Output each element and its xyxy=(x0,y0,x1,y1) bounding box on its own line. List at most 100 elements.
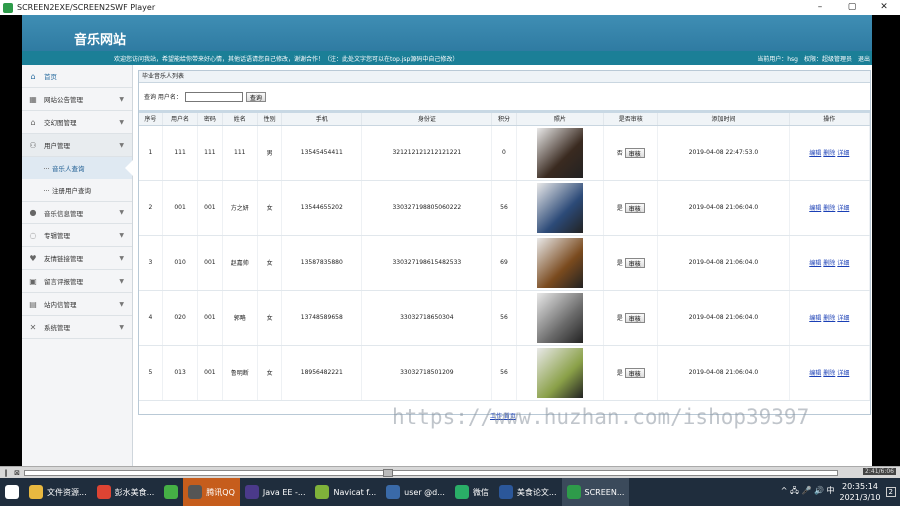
column-header: 姓名 xyxy=(222,113,258,126)
review-button[interactable]: 审核 xyxy=(624,257,645,268)
info-bar: 欢迎您访问我站，希望能给你带来好心情，其他话语请您自己修改，谢谢合作！（注：此处… xyxy=(22,51,872,65)
cell-review: 是审核 xyxy=(603,290,659,346)
sidebar-item-label: 音乐信息管理 xyxy=(44,209,83,218)
cell-idcard: 330327198805060222 xyxy=(361,180,493,236)
sidebar-item-links[interactable]: ♥ 友情链接管理 ▼ xyxy=(22,247,132,270)
chevron-down-icon: ▼ xyxy=(119,95,124,103)
review-button[interactable]: 审核 xyxy=(624,147,645,158)
username-search-input[interactable] xyxy=(184,91,243,102)
taskbar-item[interactable]: 文件资源... xyxy=(24,478,92,506)
cell-password: 001 xyxy=(197,290,223,346)
review-button[interactable]: 审核 xyxy=(624,367,645,378)
detail-link[interactable]: 详细 xyxy=(837,315,849,322)
sidebar-item-slides[interactable]: ⌂ 交幻图管理 ▼ xyxy=(22,111,132,134)
cell-actions: 编辑 删除 详细 xyxy=(789,235,871,291)
stop-button[interactable]: ⊠ xyxy=(12,468,22,478)
taskbar-item[interactable] xyxy=(159,478,183,506)
cell-idcard: 33032718650304 xyxy=(361,290,493,346)
seek-thumb[interactable] xyxy=(383,469,393,477)
musician-photo xyxy=(536,347,583,398)
table-header: 序号 用户名 密码 姓名 性别 手机 身份证 积分 照片 是否审核 添加时间 操作 xyxy=(139,113,871,126)
taskbar-item[interactable] xyxy=(0,478,24,506)
taskbar-item-label: 美食论文... xyxy=(516,487,557,497)
delete-link[interactable]: 删除 xyxy=(823,370,835,377)
detail-link[interactable]: 详细 xyxy=(837,260,849,267)
search-button[interactable]: 查询 xyxy=(245,91,266,102)
column-header: 用户名 xyxy=(162,113,199,126)
minimize-button[interactable]: – xyxy=(804,0,836,15)
review-button[interactable]: 审核 xyxy=(624,202,645,213)
review-button[interactable]: 审核 xyxy=(624,312,645,323)
detail-link[interactable]: 详细 xyxy=(837,205,849,212)
table-row: 3 010 001 赵嘉帅女 13587835880 330327198615482533… xyxy=(139,235,871,291)
close-button[interactable]: ✕ xyxy=(868,0,900,15)
folder-icon xyxy=(29,485,43,499)
sidebar-item-label: 首页 xyxy=(44,73,57,81)
taskbar-item[interactable]: user @d... xyxy=(381,478,450,506)
sidebar-subitem-label: 音乐人查询 xyxy=(52,165,85,173)
taskbar-item[interactable]: SCREEN... xyxy=(561,478,630,506)
column-header: 操作 xyxy=(789,113,871,126)
edit-link[interactable]: 编辑 xyxy=(809,260,821,267)
search-bar: 查询 用户名： 查询 xyxy=(139,83,870,113)
system-tray: ^ 🖧 🎤 🔊 中 20:35:14 2021/3/10 2 xyxy=(781,478,900,506)
column-header: 身份证 xyxy=(361,113,493,126)
cell-no: 3 xyxy=(139,235,163,291)
table-row: 4 020 001 郭略女 13748589658 33032718650304 56 是审核… xyxy=(139,290,871,346)
detail-link[interactable]: 详细 xyxy=(837,150,849,157)
cell-gender: 女 xyxy=(257,235,283,291)
pause-button[interactable]: ‖ xyxy=(1,468,11,478)
cell-time: 2019-04-08 22:47:53.0 xyxy=(657,125,790,181)
delete-link[interactable]: 删除 xyxy=(823,205,835,212)
sidebar-item-label: 留言评报管理 xyxy=(44,278,83,286)
sidebar-item-home[interactable]: ⌂ 首页 xyxy=(22,65,132,88)
logout-link[interactable]: 退出 xyxy=(858,54,870,63)
clock[interactable]: 20:35:14 2021/3/10 xyxy=(840,481,881,503)
taskbar-item[interactable]: 微信 xyxy=(450,478,494,506)
chevron-down-icon: ▼ xyxy=(119,277,124,285)
taskbar-item-label: 腾讯QQ xyxy=(206,487,235,497)
sidebar-item-inbox[interactable]: ▤ 站内信管理 ▼ xyxy=(22,293,132,316)
sidebar-subitem-registered-users[interactable]: 注册用户查询 xyxy=(22,179,132,201)
cell-time: 2019-04-08 21:06:04.0 xyxy=(657,345,790,401)
column-header: 性别 xyxy=(257,113,283,126)
window-titlebar: SCREEN2EXE/SCREEN2SWF Player – ▢ ✕ xyxy=(0,0,900,15)
notification-icon[interactable]: 2 xyxy=(885,487,896,497)
cell-no: 1 xyxy=(139,125,163,181)
sidebar-item-announcements[interactable]: ▦ 网站公告管理 ▼ xyxy=(22,88,132,111)
screen2exe-icon xyxy=(566,485,581,499)
sidebar-item-albums[interactable]: ◌ 专辑管理 ▼ xyxy=(22,224,132,247)
cell-gender: 男 xyxy=(257,125,283,181)
chevron-down-icon: ▼ xyxy=(119,209,124,216)
cell-password: 001 xyxy=(197,180,223,236)
sidebar-item-music[interactable]: ● 音乐信息管理 ▼ xyxy=(22,201,132,224)
seek-track[interactable] xyxy=(24,470,838,476)
taskbar-item[interactable]: Java EE -... xyxy=(240,478,311,506)
detail-link[interactable]: 详细 xyxy=(837,370,849,377)
cell-no: 2 xyxy=(139,180,163,236)
delete-link[interactable]: 删除 xyxy=(823,260,835,267)
cell-phone: 13748589658 xyxy=(281,290,363,346)
qq-icon xyxy=(188,485,203,499)
playback-time: 2:41/6:06 xyxy=(863,468,896,475)
column-header: 序号 xyxy=(139,113,163,126)
sidebar-subitem-musicians[interactable]: 音乐人查询 xyxy=(22,157,133,179)
maximize-button[interactable]: ▢ xyxy=(836,0,868,15)
tray-icons[interactable]: ^ 🖧 🎤 🔊 中 xyxy=(781,485,835,499)
cell-username: 010 xyxy=(162,235,199,291)
cell-phone: 13544655202 xyxy=(281,180,363,236)
green-app-icon xyxy=(164,485,179,499)
taskbar-item[interactable]: 彭水美食... xyxy=(92,478,160,506)
sidebar-item-messages[interactable]: ▣ 留言评报管理 ▼ xyxy=(22,270,132,293)
edit-link[interactable]: 编辑 xyxy=(809,205,821,212)
sidebar-item-system[interactable]: ✕ 系统管理 ▼ xyxy=(22,316,132,339)
edit-link[interactable]: 编辑 xyxy=(809,315,821,322)
delete-link[interactable]: 删除 xyxy=(823,315,835,322)
taskbar-item[interactable]: 美食论文... xyxy=(494,478,562,506)
sidebar-item-users[interactable]: ⚇ 用户管理 ▼ xyxy=(22,134,132,157)
taskbar-item[interactable]: Navicat f... xyxy=(310,478,381,506)
taskbar-item[interactable]: 腾讯QQ xyxy=(183,478,240,506)
edit-link[interactable]: 编辑 xyxy=(809,150,821,157)
edit-link[interactable]: 编辑 xyxy=(809,370,821,377)
delete-link[interactable]: 删除 xyxy=(823,150,835,157)
